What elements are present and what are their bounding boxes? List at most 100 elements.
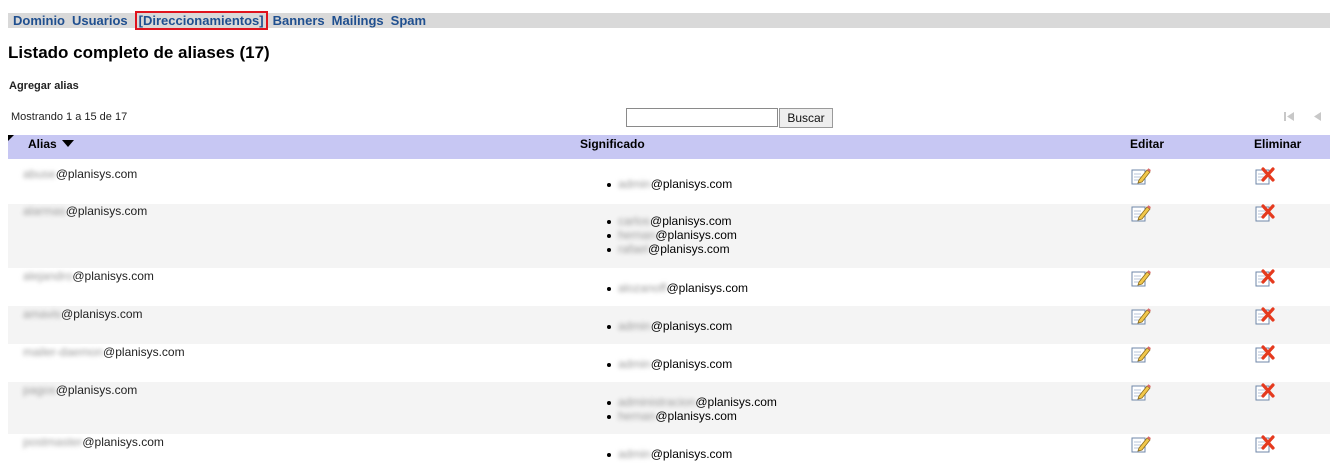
table-row: alarmas@planisys.com carlos@planisys.com…	[8, 204, 1330, 268]
delete-x-icon[interactable]	[1255, 345, 1275, 363]
meaning-domain: @planisys.com	[655, 409, 737, 423]
alias-local-part: mailer-daemon	[23, 345, 104, 359]
table-row: abuse@planisys.com admin@planisys.com	[8, 160, 1330, 204]
table-row: pagos@planisys.com administracion@planis…	[8, 382, 1330, 434]
column-header-meaning: Significado	[580, 137, 645, 151]
alias-cell: alejandro@planisys.com	[23, 269, 154, 283]
meaning-domain: @planisys.com	[650, 447, 733, 461]
table-row: mailer-daemon@planisys.com admin@planisy…	[8, 344, 1330, 382]
meaning-item: hernan@planisys.com	[606, 409, 777, 423]
alias-header-label: Alias	[28, 137, 57, 151]
alias-local-part: postmaster	[23, 435, 83, 449]
edit-pencil-icon[interactable]	[1131, 435, 1151, 453]
search-button[interactable]: Buscar	[779, 108, 833, 128]
meaning-domain: @planisys.com	[650, 357, 733, 371]
alias-domain: @planisys.com	[103, 345, 185, 359]
alias-cell: amavis@planisys.com	[23, 307, 143, 321]
delete-x-icon[interactable]	[1255, 204, 1275, 222]
alias-local-part: abuse	[23, 167, 56, 181]
alias-local-part: alejandro	[23, 269, 73, 283]
nav-direccionamientos[interactable]: [Direccionamientos]	[134, 11, 268, 30]
meaning-local-part: admin	[618, 319, 651, 333]
meaning-local-part: admin	[618, 447, 651, 461]
meaning-list: admin@planisys.com	[606, 447, 732, 461]
meaning-item: admin@planisys.com	[606, 319, 732, 333]
alias-local-part: alarmas	[23, 204, 66, 218]
meaning-list: carlos@planisys.com hernan@planisys.com …	[606, 214, 737, 256]
edit-pencil-icon[interactable]	[1131, 383, 1151, 401]
meaning-item: carlos@planisys.com	[606, 214, 737, 228]
meaning-domain: @planisys.com	[650, 177, 733, 191]
edit-pencil-icon[interactable]	[1131, 167, 1151, 185]
search-input[interactable]	[626, 108, 778, 127]
meaning-item: admin@planisys.com	[606, 357, 732, 371]
meaning-local-part: hernan	[618, 409, 656, 423]
meaning-domain: @planisys.com	[648, 242, 730, 256]
column-header-edit: Editar	[1130, 137, 1165, 151]
meaning-item: admin@planisys.com	[606, 177, 732, 191]
meaning-local-part: administracion	[618, 395, 696, 409]
alias-local-part: pagos	[23, 383, 56, 397]
alias-local-part: amavis	[23, 307, 62, 321]
edit-pencil-icon[interactable]	[1131, 269, 1151, 287]
meaning-local-part: rafael	[618, 242, 649, 256]
showing-count: Mostrando 1 a 15 de 17	[11, 111, 128, 123]
alias-domain: @planisys.com	[61, 307, 143, 321]
meaning-item: admin@planisys.com	[606, 447, 732, 461]
alias-list-page: Dominio Usuarios [Direccionamientos] Banner…	[0, 0, 1330, 472]
table-row: alejandro@planisys.com alozanoff@planisy…	[8, 268, 1330, 306]
delete-x-icon[interactable]	[1255, 383, 1275, 401]
meaning-domain: @planisys.com	[655, 228, 737, 242]
meaning-list: alozanoff@planisys.com	[606, 281, 748, 295]
alias-domain: @planisys.com	[82, 435, 164, 449]
corner-marker	[8, 135, 14, 141]
meaning-item: hernan@planisys.com	[606, 228, 737, 242]
nav-usuarios[interactable]: Usuarios	[72, 13, 128, 28]
delete-x-icon[interactable]	[1255, 435, 1275, 453]
meaning-local-part: admin	[618, 357, 651, 371]
alias-domain: @planisys.com	[55, 167, 138, 181]
alias-cell: postmaster@planisys.com	[23, 435, 164, 449]
alias-domain: @planisys.com	[55, 383, 138, 397]
alias-cell: abuse@planisys.com	[23, 167, 137, 181]
table-row: amavis@planisys.com admin@planisys.com	[8, 306, 1330, 344]
edit-pencil-icon[interactable]	[1131, 307, 1151, 325]
meaning-local-part: alozanoff	[618, 281, 667, 295]
meaning-domain: @planisys.com	[650, 214, 732, 228]
sort-down-icon[interactable]	[61, 140, 74, 147]
table-row: postmaster@planisys.com admin@planisys.c…	[8, 434, 1330, 472]
delete-x-icon[interactable]	[1255, 269, 1275, 287]
meaning-domain: @planisys.com	[666, 281, 749, 295]
meaning-local-part: hernan	[618, 228, 656, 242]
prev-page-icon[interactable]	[1312, 111, 1322, 125]
meaning-local-part: admin	[618, 177, 651, 191]
alias-cell: alarmas@planisys.com	[23, 204, 147, 218]
nav-spam[interactable]: Spam	[391, 13, 426, 28]
edit-pencil-icon[interactable]	[1131, 204, 1151, 222]
alias-cell: pagos@planisys.com	[23, 383, 137, 397]
alias-domain: @planisys.com	[65, 204, 148, 218]
first-page-icon[interactable]	[1283, 111, 1295, 125]
meaning-item: administracion@planisys.com	[606, 395, 777, 409]
top-nav-bar: Dominio Usuarios [Direccionamientos] Banner…	[8, 11, 1330, 30]
alias-cell: mailer-daemon@planisys.com	[23, 345, 185, 359]
delete-x-icon[interactable]	[1255, 307, 1275, 325]
add-alias-link[interactable]: Agregar alias	[9, 80, 79, 92]
delete-x-icon[interactable]	[1255, 167, 1275, 185]
meaning-local-part: carlos	[618, 214, 651, 228]
edit-pencil-icon[interactable]	[1131, 345, 1151, 363]
meaning-list: admin@planisys.com	[606, 319, 732, 333]
meaning-item: rafael@planisys.com	[606, 242, 737, 256]
column-header-alias[interactable]: Alias	[28, 137, 74, 151]
meaning-item: alozanoff@planisys.com	[606, 281, 748, 295]
page-title: Listado completo de aliases (17)	[8, 43, 270, 62]
meaning-domain: @planisys.com	[650, 319, 733, 333]
meaning-list: administracion@planisys.com hernan@plani…	[606, 395, 777, 423]
nav-mailings[interactable]: Mailings	[332, 13, 384, 28]
nav-banners[interactable]: Banners	[273, 13, 325, 28]
nav-dominio[interactable]: Dominio	[13, 13, 65, 28]
table-header: Alias Significado Editar Eliminar	[8, 135, 1330, 159]
meaning-domain: @planisys.com	[695, 395, 777, 409]
alias-domain: @planisys.com	[72, 269, 154, 283]
column-header-delete: Eliminar	[1254, 137, 1302, 151]
